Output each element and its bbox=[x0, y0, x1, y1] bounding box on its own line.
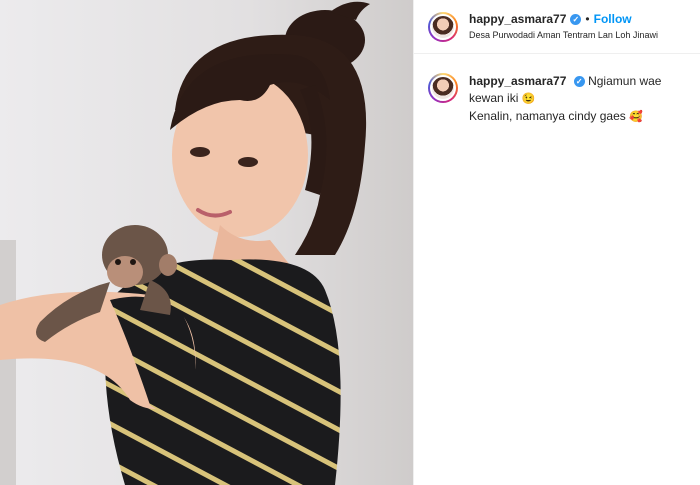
profile-avatar[interactable] bbox=[428, 11, 458, 42]
header-user-row: happy_asmara77 ✓ • Follow bbox=[469, 12, 658, 26]
post-photo[interactable] bbox=[0, 0, 413, 485]
caption-line-1: happy_asmara77 ✓ Ngiamun wae kewan iki 😉 bbox=[469, 73, 686, 108]
header-text: happy_asmara77 ✓ • Follow Desa Purwodadi… bbox=[469, 12, 658, 40]
avatar-image bbox=[430, 13, 456, 40]
caption-avatar-image bbox=[430, 75, 456, 101]
caption-username[interactable]: happy_asmara77 bbox=[469, 74, 566, 88]
caption-text: happy_asmara77 ✓ Ngiamun wae kewan iki 😉… bbox=[469, 73, 686, 125]
follow-button[interactable]: Follow bbox=[594, 12, 632, 26]
verified-badge-icon: ✓ bbox=[570, 14, 582, 26]
caption-block: happy_asmara77 ✓ Ngiamun wae kewan iki 😉… bbox=[414, 54, 700, 125]
caption-line-2: Kenalin, namanya cindy gaes 🥰 bbox=[469, 108, 686, 126]
wink-emoji-icon: 😉 bbox=[521, 93, 536, 106]
location-link[interactable]: Desa Purwodadi Aman Tentram Lan Loh Jina… bbox=[469, 30, 658, 41]
caption-text-line-2: Kenalin, namanya cindy gaes bbox=[469, 108, 626, 123]
post-side-panel: happy_asmara77 ✓ • Follow Desa Purwodadi… bbox=[413, 0, 700, 485]
header-separator: • bbox=[585, 12, 590, 27]
header-username[interactable]: happy_asmara77 bbox=[469, 12, 566, 26]
caption-avatar[interactable] bbox=[428, 73, 458, 103]
photo-illustration bbox=[0, 0, 413, 485]
smiling-hearts-emoji-icon: 🥰 bbox=[629, 110, 643, 123]
post-header: happy_asmara77 ✓ • Follow Desa Purwodadi… bbox=[414, 0, 700, 54]
caption-verified-badge-icon: ✓ bbox=[573, 76, 585, 88]
